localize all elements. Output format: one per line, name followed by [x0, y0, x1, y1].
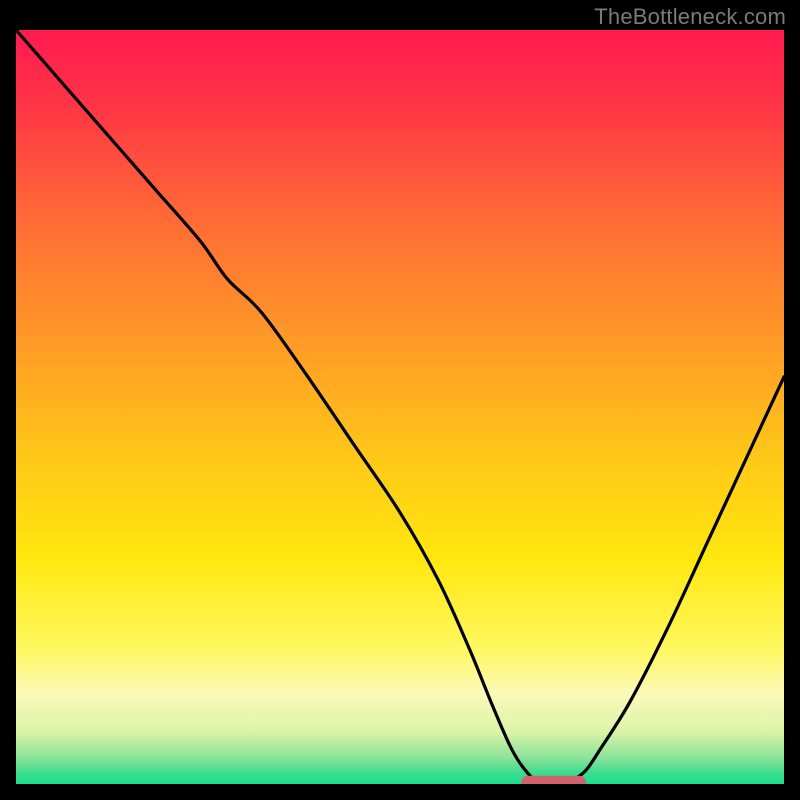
gradient-background [16, 30, 784, 784]
bottleneck-chart [16, 30, 784, 784]
watermark-text: TheBottleneck.com [594, 4, 786, 30]
chart-frame [16, 30, 784, 784]
optimal-range-marker [521, 776, 586, 784]
